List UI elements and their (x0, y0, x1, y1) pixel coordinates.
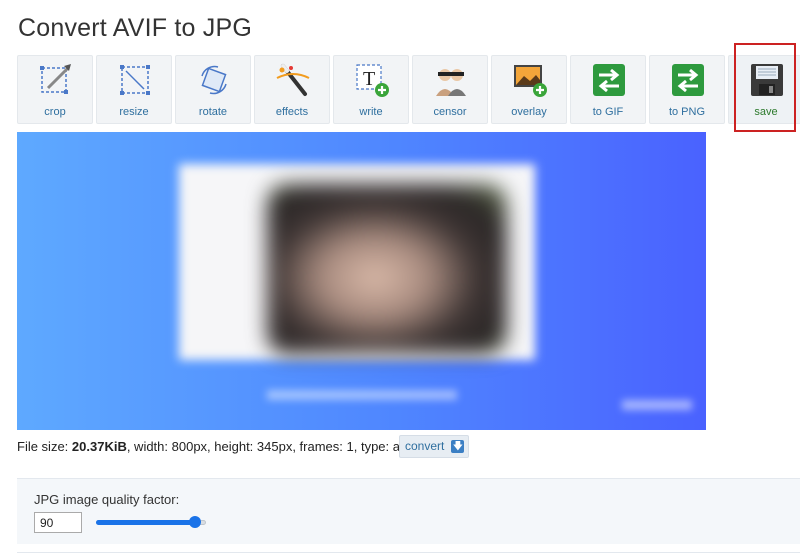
convert-label: convert (405, 439, 445, 453)
censor-label: censor (433, 106, 467, 118)
quality-input[interactable] (34, 512, 82, 533)
censor-icon (436, 69, 466, 96)
to-gif-label: to GIF (592, 106, 624, 118)
image-preview (17, 132, 706, 430)
resize-label: resize (119, 106, 149, 118)
crop-button[interactable]: crop (17, 55, 93, 124)
to-gif-button[interactable]: to GIF (570, 55, 646, 124)
quality-slider[interactable] (96, 515, 206, 529)
to-png-label: to PNG (668, 106, 706, 118)
rotate-icon (201, 65, 227, 95)
preview-logo-blur (622, 400, 692, 410)
floppy-disk-icon (751, 64, 783, 96)
preview-photo-subject (267, 184, 507, 354)
quality-slider-fill (96, 520, 195, 525)
rotate-label: rotate (198, 106, 228, 118)
crop-label: crop (44, 106, 66, 118)
quality-label: JPG image quality factor: (34, 492, 180, 507)
editing-toolbar: crop resize rotate effects T write censo… (17, 55, 800, 125)
resize-icon (120, 65, 150, 95)
censor-button[interactable]: censor (412, 55, 488, 124)
file-info: File size: 20.37KiB, width: 800px, heigh… (17, 439, 413, 454)
magic-wand-icon (276, 64, 310, 96)
download-arrow-icon: 🡇 (451, 440, 465, 453)
rotate-button[interactable]: rotate (175, 55, 251, 124)
effects-button[interactable]: effects (254, 55, 330, 124)
write-label: write (359, 106, 383, 118)
convert-arrows-icon (672, 64, 704, 96)
file-size: 20.37KiB (71, 439, 127, 454)
overlay-image-icon (514, 65, 547, 97)
convert-button[interactable]: convert 🡇 (399, 435, 470, 458)
page-title: Convert AVIF to JPG (18, 14, 252, 42)
crop-icon (40, 64, 71, 94)
save-button[interactable]: save (728, 55, 800, 124)
resize-button[interactable]: resize (96, 55, 172, 124)
text-icon: T (356, 64, 389, 97)
quality-slider-thumb[interactable] (189, 516, 201, 528)
divider (17, 552, 800, 553)
write-button[interactable]: T write (333, 55, 409, 124)
preview-caption-blur (267, 390, 457, 400)
overlay-button[interactable]: overlay (491, 55, 567, 124)
save-label: save (754, 106, 778, 118)
file-info-details: , width: 800px, height: 345px, frames: 1… (126, 439, 413, 454)
convert-arrows-icon (593, 64, 625, 96)
overlay-label: overlay (511, 106, 547, 118)
quality-panel: JPG image quality factor: (17, 478, 800, 544)
svg-text:T: T (363, 68, 375, 90)
effects-label: effects (275, 106, 309, 118)
file-info-prefix: File size: (17, 439, 72, 454)
to-png-button[interactable]: to PNG (649, 55, 725, 124)
